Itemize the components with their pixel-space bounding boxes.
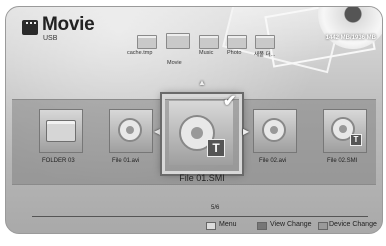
top-folder-label: Photo bbox=[227, 50, 242, 56]
item-label: File 02.avi bbox=[259, 158, 287, 164]
selected-item-label: File 01.SMI bbox=[179, 173, 225, 183]
item-label: File 02.SMI bbox=[327, 158, 358, 164]
subtitle-icon: T bbox=[207, 139, 225, 157]
folder-icon[interactable] bbox=[255, 35, 275, 49]
film-icon bbox=[22, 20, 38, 35]
list-item[interactable]: T bbox=[323, 109, 367, 153]
folder-icon[interactable] bbox=[227, 35, 247, 49]
list-item[interactable] bbox=[253, 109, 297, 153]
view-change-button[interactable]: View Change bbox=[270, 221, 312, 228]
top-folder-label: Movie bbox=[167, 60, 182, 66]
folder-icon[interactable] bbox=[166, 33, 190, 49]
folder-icon[interactable] bbox=[137, 35, 157, 49]
device-label: USB bbox=[43, 35, 58, 42]
media-browser-screen: 1442 MB/1936 MB Movie USB cache.tmp Movi… bbox=[5, 6, 383, 234]
list-item[interactable] bbox=[39, 109, 83, 153]
film-reel-icon bbox=[262, 118, 286, 142]
top-folder-label: cache.tmp bbox=[127, 50, 153, 56]
view-change-key-icon bbox=[257, 222, 267, 230]
item-label: FOLDER 03 bbox=[42, 158, 75, 164]
folder-icon[interactable] bbox=[199, 35, 219, 49]
storage-usage: 1442 MB/1936 MB bbox=[325, 35, 376, 41]
menu-button[interactable]: Menu bbox=[219, 221, 237, 228]
check-icon: ✔ bbox=[223, 93, 237, 110]
page-title: Movie bbox=[42, 14, 95, 35]
scroll-track bbox=[32, 216, 368, 217]
film-reel-icon bbox=[118, 118, 142, 142]
scroll-right-icon[interactable]: ▶ bbox=[243, 127, 249, 136]
list-item[interactable] bbox=[109, 109, 153, 153]
subtitle-icon: T bbox=[350, 134, 362, 146]
folder-icon bbox=[46, 120, 76, 142]
scroll-up-icon[interactable]: ▲ bbox=[198, 78, 206, 87]
menu-key-icon bbox=[206, 222, 216, 230]
top-folder-label: Music bbox=[199, 50, 214, 56]
page-indicator: 5/6 bbox=[211, 205, 220, 211]
top-folder-label: 새폴 더... bbox=[254, 52, 276, 58]
device-change-button[interactable]: Device Change bbox=[329, 221, 377, 228]
scroll-left-icon[interactable]: ◀ bbox=[154, 127, 160, 136]
device-change-key-icon bbox=[318, 222, 328, 230]
item-label: File 01.avi bbox=[112, 158, 140, 164]
